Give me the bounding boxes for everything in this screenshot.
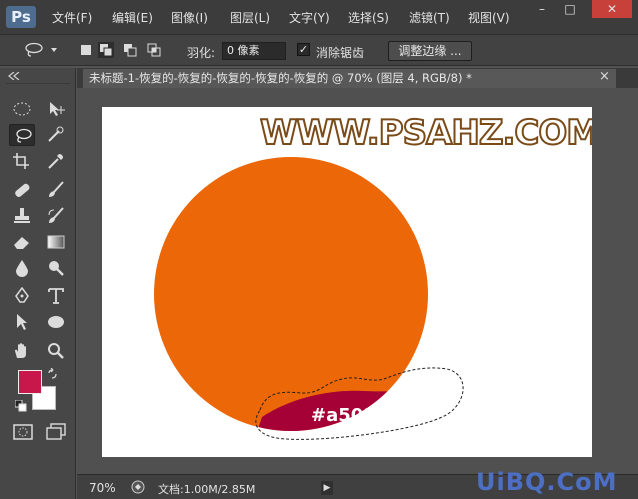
- lasso-icon[interactable]: [9, 124, 35, 146]
- crop-icon[interactable]: [9, 150, 35, 172]
- move-icon[interactable]: [43, 98, 69, 120]
- quick-select-icon[interactable]: [43, 124, 69, 146]
- orange-circle: [154, 157, 428, 431]
- menu-edit[interactable]: 编辑(E): [112, 9, 153, 26]
- eyedropper-icon[interactable]: [43, 150, 69, 172]
- pen-icon[interactable]: [9, 285, 35, 307]
- path-select-icon[interactable]: [9, 311, 35, 333]
- eraser-icon[interactable]: [9, 231, 35, 253]
- default-colors-icon[interactable]: [15, 400, 27, 412]
- marquee-icon[interactable]: [9, 98, 35, 120]
- status-preview-icon[interactable]: [131, 480, 145, 494]
- menu-layer[interactable]: 图层(L): [230, 9, 270, 26]
- refine-edge-button[interactable]: 调整边缘 ...: [388, 41, 472, 61]
- document-title: 未标题-1-恢复的-恢复的-恢复的-恢复的-恢复的 @ 70% (图层 4, R…: [89, 71, 472, 85]
- add-selection-icon[interactable]: [98, 42, 114, 58]
- screen-mode-icon[interactable]: [43, 421, 69, 443]
- intersect-selection-icon[interactable]: [146, 42, 162, 58]
- zoom-level[interactable]: 70%: [89, 481, 116, 495]
- feather-label: 羽化:: [187, 46, 216, 60]
- zoom-icon[interactable]: [43, 340, 69, 362]
- swap-colors-icon[interactable]: [47, 368, 59, 380]
- document-tab[interactable]: 未标题-1-恢复的-恢复的-恢复的-恢复的-恢复的 @ 70% (图层 4, R…: [83, 69, 616, 88]
- menu-view[interactable]: 视图(V): [468, 9, 510, 26]
- hand-icon[interactable]: [9, 340, 35, 362]
- history-brush-icon[interactable]: [43, 205, 69, 227]
- close-window-button[interactable]: ✕: [592, 0, 632, 18]
- menu-select[interactable]: 选择(S): [348, 9, 389, 26]
- close-tab-icon[interactable]: ×: [599, 69, 610, 84]
- blur-icon[interactable]: [9, 257, 35, 279]
- quick-mask-icon[interactable]: [10, 421, 36, 443]
- app-logo: Ps: [6, 6, 36, 28]
- ellipse-icon[interactable]: [43, 311, 69, 333]
- document-size: 文档:1.00M/2.85M: [158, 483, 256, 496]
- color-code-label: #a50136: [311, 405, 401, 426]
- status-menu-arrow[interactable]: ▶: [321, 481, 333, 495]
- gradient-icon[interactable]: [43, 231, 69, 253]
- antialias-label: 消除锯齿: [316, 46, 365, 60]
- tools-panel: [0, 68, 76, 499]
- lasso-preset-icon[interactable]: [24, 42, 58, 58]
- brush-icon[interactable]: [43, 179, 69, 201]
- type-icon[interactable]: [43, 285, 69, 307]
- psahz-watermark: WWW.PSAHZ.COM: [259, 112, 592, 154]
- stamp-icon[interactable]: [9, 205, 35, 227]
- subtract-selection-icon[interactable]: [122, 42, 138, 58]
- menu-type[interactable]: 文字(Y): [289, 9, 330, 26]
- menu-file[interactable]: 文件(F): [52, 9, 92, 26]
- options-bar: 羽化: 0 像素 ✓ 消除锯齿 调整边缘 ...: [0, 34, 638, 66]
- foreground-color-front: [18, 370, 42, 394]
- healing-icon[interactable]: [9, 179, 35, 201]
- collapse-icon[interactable]: [8, 72, 20, 80]
- document-tabs: 未标题-1-恢复的-恢复的-恢复的-恢复的-恢复的 @ 70% (图层 4, R…: [77, 68, 638, 88]
- menu-bar: Ps 文件(F) 编辑(E) 图像(I) 图层(L) 文字(Y) 选择(S) 滤…: [0, 0, 638, 34]
- workspace: WWW.PSAHZ.COM #a50136: [77, 88, 638, 474]
- site-watermark: UiBQ.CoM: [476, 468, 618, 496]
- new-selection-icon[interactable]: [78, 42, 94, 58]
- canvas[interactable]: WWW.PSAHZ.COM #a50136: [102, 107, 592, 457]
- dodge-icon[interactable]: [43, 257, 69, 279]
- menu-image[interactable]: 图像(I): [171, 9, 208, 26]
- minimize-button[interactable]: –: [530, 0, 554, 18]
- antialias-checkbox[interactable]: ✓: [297, 43, 310, 56]
- feather-input[interactable]: 0 像素: [222, 42, 286, 60]
- maximize-button[interactable]: □: [558, 0, 582, 18]
- menu-filter[interactable]: 滤镜(T): [409, 9, 450, 26]
